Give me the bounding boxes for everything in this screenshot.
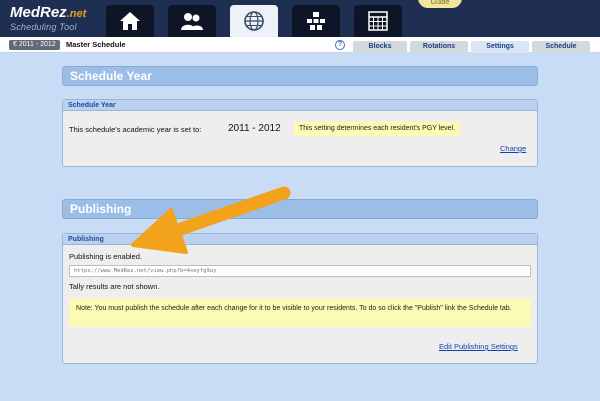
annotation-arrow (131, 186, 291, 254)
arrow-shape (131, 186, 291, 254)
